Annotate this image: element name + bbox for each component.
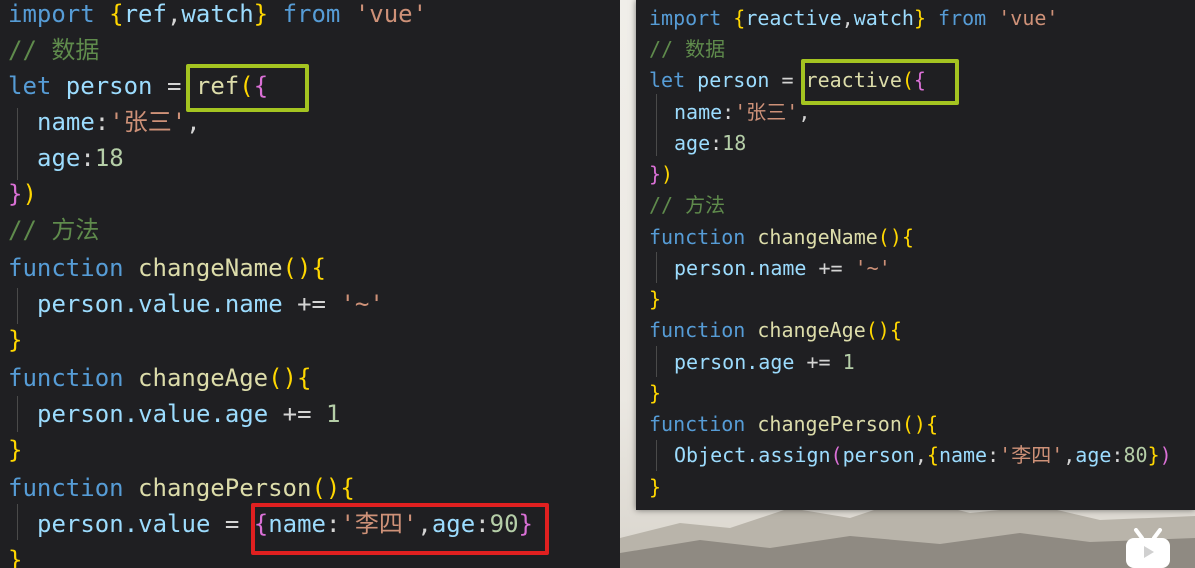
indent-guide bbox=[17, 504, 18, 540]
code-line: person.value.name += '~' bbox=[37, 290, 384, 318]
code-line: } bbox=[649, 475, 662, 499]
comment-line: // 方法 bbox=[649, 193, 726, 217]
code-line: function changePerson(){ bbox=[649, 412, 938, 436]
highlight-box-reactive bbox=[801, 59, 959, 105]
indent-guide bbox=[656, 252, 657, 283]
code-line: age:18 bbox=[37, 144, 124, 172]
left-code-editor: import {ref,watch} from 'vue' // 数据 let … bbox=[0, 0, 620, 568]
code-line: import {reactive,watch} from 'vue' bbox=[649, 6, 1059, 30]
code-line: } bbox=[649, 381, 662, 405]
code-line: name:'张三', bbox=[37, 108, 201, 136]
code-line: age:18 bbox=[674, 131, 747, 155]
code-line: }) bbox=[8, 180, 37, 208]
code-line: } bbox=[649, 287, 662, 311]
indent-guide bbox=[656, 346, 657, 377]
indent-guide bbox=[656, 94, 657, 156]
highlight-box-ref bbox=[186, 64, 309, 112]
indent-guide bbox=[17, 396, 18, 432]
code-line: }) bbox=[649, 162, 674, 186]
indent-guide bbox=[17, 108, 18, 180]
code-line: person.value.age += 1 bbox=[37, 400, 341, 428]
comment-line: // 数据 bbox=[649, 37, 726, 61]
code-line: function changeAge(){ bbox=[649, 318, 902, 342]
code-line: Object.assign(person,{name:'李四',age:80}) bbox=[674, 443, 1172, 467]
code-line: function changeName(){ bbox=[8, 254, 326, 282]
indent-guide bbox=[17, 288, 18, 324]
comment-line: // 方法 bbox=[8, 216, 100, 244]
code-line: } bbox=[8, 436, 23, 464]
code-line: function changeAge(){ bbox=[8, 364, 312, 392]
code-line: } bbox=[8, 326, 23, 354]
indent-guide bbox=[656, 440, 657, 471]
code-line: } bbox=[8, 546, 23, 568]
bilibili-tv-icon bbox=[1126, 528, 1170, 568]
comment-line: // 数据 bbox=[8, 36, 100, 64]
code-line: function changeName(){ bbox=[649, 225, 914, 249]
highlight-box-object bbox=[251, 503, 549, 555]
code-line: import {ref,watch} from 'vue' bbox=[8, 0, 428, 28]
right-code-editor: import {reactive,watch} from 'vue' // 数据… bbox=[636, 0, 1195, 510]
code-line: name:'张三', bbox=[674, 100, 811, 124]
code-line: function changePerson(){ bbox=[8, 474, 355, 502]
code-line: person.age += 1 bbox=[674, 350, 855, 374]
code-line: person.name += '~' bbox=[674, 256, 891, 280]
